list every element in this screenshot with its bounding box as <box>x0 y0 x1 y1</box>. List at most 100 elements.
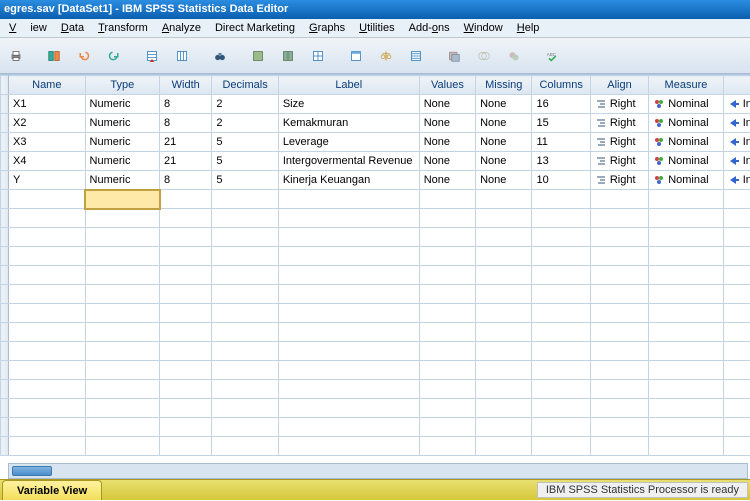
cell-width[interactable]: 8 <box>160 114 212 133</box>
custom-C-button[interactable] <box>500 42 528 70</box>
use-sets-button[interactable] <box>402 42 430 70</box>
cell-label[interactable]: Intergovermental Revenue <box>278 152 419 171</box>
empty-cell[interactable] <box>278 361 419 380</box>
print-button[interactable] <box>2 42 30 70</box>
empty-cell[interactable] <box>419 342 475 361</box>
empty-cell[interactable] <box>532 437 590 456</box>
table-row[interactable]: X3Numeric215LeverageNoneNone11RightNomin… <box>1 133 750 152</box>
empty-cell[interactable] <box>9 247 86 266</box>
empty-cell[interactable] <box>278 285 419 304</box>
empty-cell[interactable] <box>278 209 419 228</box>
table-row[interactable]: X2Numeric82KemakmuranNoneNone15RightNomi… <box>1 114 750 133</box>
empty-cell[interactable] <box>419 304 475 323</box>
empty-cell[interactable] <box>532 266 590 285</box>
empty-cell[interactable] <box>723 247 750 266</box>
empty-cell[interactable] <box>9 190 86 209</box>
empty-cell[interactable] <box>649 399 723 418</box>
empty-cell[interactable] <box>278 304 419 323</box>
cell-role[interactable]: In <box>723 114 750 133</box>
table-row-empty[interactable] <box>1 209 750 228</box>
cell-align[interactable]: Right <box>590 152 648 171</box>
empty-cell[interactable] <box>9 304 86 323</box>
cell-name[interactable]: X1 <box>9 95 86 114</box>
empty-cell[interactable] <box>476 399 532 418</box>
empty-cell[interactable] <box>85 285 159 304</box>
empty-cell[interactable] <box>278 247 419 266</box>
empty-cell[interactable] <box>476 323 532 342</box>
empty-cell[interactable] <box>9 418 86 437</box>
cell-align[interactable]: Right <box>590 133 648 152</box>
cell-columns[interactable]: 16 <box>532 95 590 114</box>
empty-cell[interactable] <box>160 266 212 285</box>
empty-cell[interactable] <box>419 380 475 399</box>
table-row-empty[interactable] <box>1 323 750 342</box>
hdr-decimals[interactable]: Decimals <box>212 76 278 95</box>
row-header[interactable] <box>1 437 9 456</box>
split-file-button[interactable] <box>244 42 272 70</box>
redo-button[interactable] <box>100 42 128 70</box>
empty-cell[interactable] <box>590 437 648 456</box>
empty-cell[interactable] <box>85 190 159 209</box>
empty-cell[interactable] <box>85 247 159 266</box>
empty-cell[interactable] <box>590 228 648 247</box>
empty-cell[interactable] <box>723 361 750 380</box>
horizontal-scrollbar[interactable] <box>8 463 748 479</box>
empty-cell[interactable] <box>419 285 475 304</box>
empty-cell[interactable] <box>212 304 278 323</box>
empty-cell[interactable] <box>9 266 86 285</box>
empty-cell[interactable] <box>160 323 212 342</box>
row-header[interactable] <box>1 266 9 285</box>
empty-cell[interactable] <box>212 437 278 456</box>
empty-cell[interactable] <box>419 437 475 456</box>
empty-cell[interactable] <box>160 437 212 456</box>
empty-cell[interactable] <box>532 399 590 418</box>
empty-cell[interactable] <box>649 418 723 437</box>
empty-cell[interactable] <box>476 342 532 361</box>
cell-type[interactable]: Numeric <box>85 95 159 114</box>
variable-grid[interactable]: Name Type Width Decimals Label Values Mi… <box>0 75 750 456</box>
cell-role[interactable]: In <box>723 171 750 190</box>
empty-cell[interactable] <box>590 323 648 342</box>
empty-cell[interactable] <box>476 304 532 323</box>
empty-cell[interactable] <box>476 209 532 228</box>
empty-cell[interactable] <box>476 266 532 285</box>
empty-cell[interactable] <box>723 342 750 361</box>
empty-cell[interactable] <box>532 380 590 399</box>
hdr-missing[interactable]: Missing <box>476 76 532 95</box>
empty-cell[interactable] <box>723 190 750 209</box>
cell-measure[interactable]: Nominal <box>649 114 723 133</box>
empty-cell[interactable] <box>212 380 278 399</box>
cell-type[interactable]: Numeric <box>85 133 159 152</box>
empty-cell[interactable] <box>9 437 86 456</box>
empty-cell[interactable] <box>278 437 419 456</box>
cell-width[interactable]: 8 <box>160 171 212 190</box>
empty-cell[interactable] <box>160 342 212 361</box>
cell-decimals[interactable]: 5 <box>212 152 278 171</box>
empty-cell[interactable] <box>212 266 278 285</box>
empty-cell[interactable] <box>649 437 723 456</box>
undo-button[interactable] <box>70 42 98 70</box>
cell-width[interactable]: 21 <box>160 133 212 152</box>
empty-cell[interactable] <box>723 285 750 304</box>
cell-width[interactable]: 21 <box>160 152 212 171</box>
table-row[interactable]: YNumeric85Kinerja KeuanganNoneNone10Righ… <box>1 171 750 190</box>
spellcheck-button[interactable]: ABC <box>538 42 566 70</box>
scrollbar-thumb[interactable] <box>12 466 52 476</box>
empty-cell[interactable] <box>212 342 278 361</box>
empty-cell[interactable] <box>419 190 475 209</box>
empty-cell[interactable] <box>85 228 159 247</box>
empty-cell[interactable] <box>419 418 475 437</box>
row-header[interactable] <box>1 323 9 342</box>
empty-cell[interactable] <box>160 285 212 304</box>
empty-cell[interactable] <box>160 209 212 228</box>
row-header[interactable] <box>1 190 9 209</box>
empty-cell[interactable] <box>590 247 648 266</box>
empty-cell[interactable] <box>649 209 723 228</box>
cell-values[interactable]: None <box>419 95 475 114</box>
empty-cell[interactable] <box>649 266 723 285</box>
hdr-values[interactable]: Values <box>419 76 475 95</box>
empty-cell[interactable] <box>649 323 723 342</box>
empty-cell[interactable] <box>590 361 648 380</box>
empty-cell[interactable] <box>85 323 159 342</box>
row-header[interactable] <box>1 95 9 114</box>
